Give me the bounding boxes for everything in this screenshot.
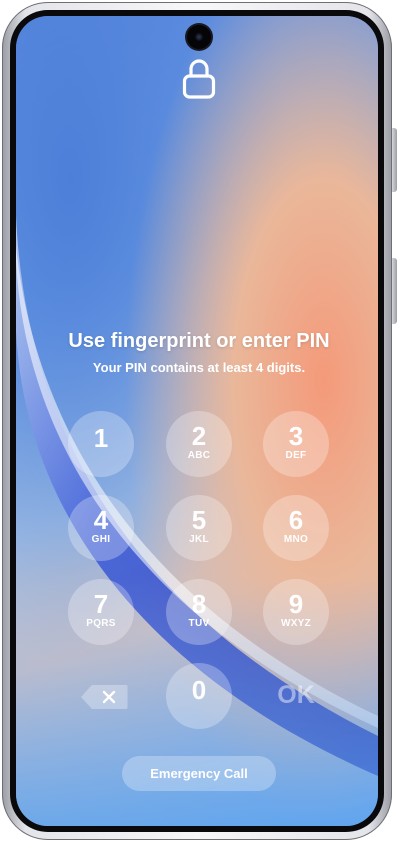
emergency-call-button[interactable]: Emergency Call [122,756,276,791]
key-digit: 1 [93,423,109,453]
key-0[interactable]: 0 [166,663,232,729]
pin-hint: Your PIN contains at least 4 digits. [92,360,306,375]
key-2[interactable]: 2 ABC [166,411,232,477]
key-letters: JKL [189,534,209,545]
key-letters: PQRS [86,618,116,629]
key-digit: 6 [288,505,304,535]
key-digit: 0 [191,675,207,705]
key-digit: 8 [191,589,207,619]
key-4[interactable]: 4 GHI [68,495,134,561]
key-6[interactable]: 6 MNO [263,495,329,561]
volume-button [392,128,397,192]
key-digit: 4 [93,505,109,535]
key-digit: 9 [288,589,304,619]
key-1[interactable]: 1 [68,411,134,477]
key-letters: WXYZ [280,618,312,629]
key-8[interactable]: 8 TUV [166,579,232,645]
key-letters: GHI [91,534,111,545]
key-7[interactable]: 7 PQRS [68,579,134,645]
key-digit: 3 [288,421,304,451]
key-3[interactable]: 3 DEF [263,411,329,477]
key-letters: TUV [188,618,210,629]
lock-icon [182,59,216,99]
key-letters: DEF [285,450,307,461]
key-digit: 5 [191,505,207,535]
page-title: Use fingerprint or enter PIN [68,330,330,352]
key-digit: 7 [93,589,109,619]
front-camera [187,25,211,49]
key-9[interactable]: 9 WXYZ [263,579,329,645]
key-letters: ABC [187,450,211,461]
key-5[interactable]: 5 JKL [166,495,232,561]
power-button [392,258,397,324]
key-letters: MNO [283,534,309,545]
key-digit: 2 [191,421,207,451]
backspace-icon[interactable] [80,684,128,710]
ok-button[interactable]: OK [263,681,329,713]
